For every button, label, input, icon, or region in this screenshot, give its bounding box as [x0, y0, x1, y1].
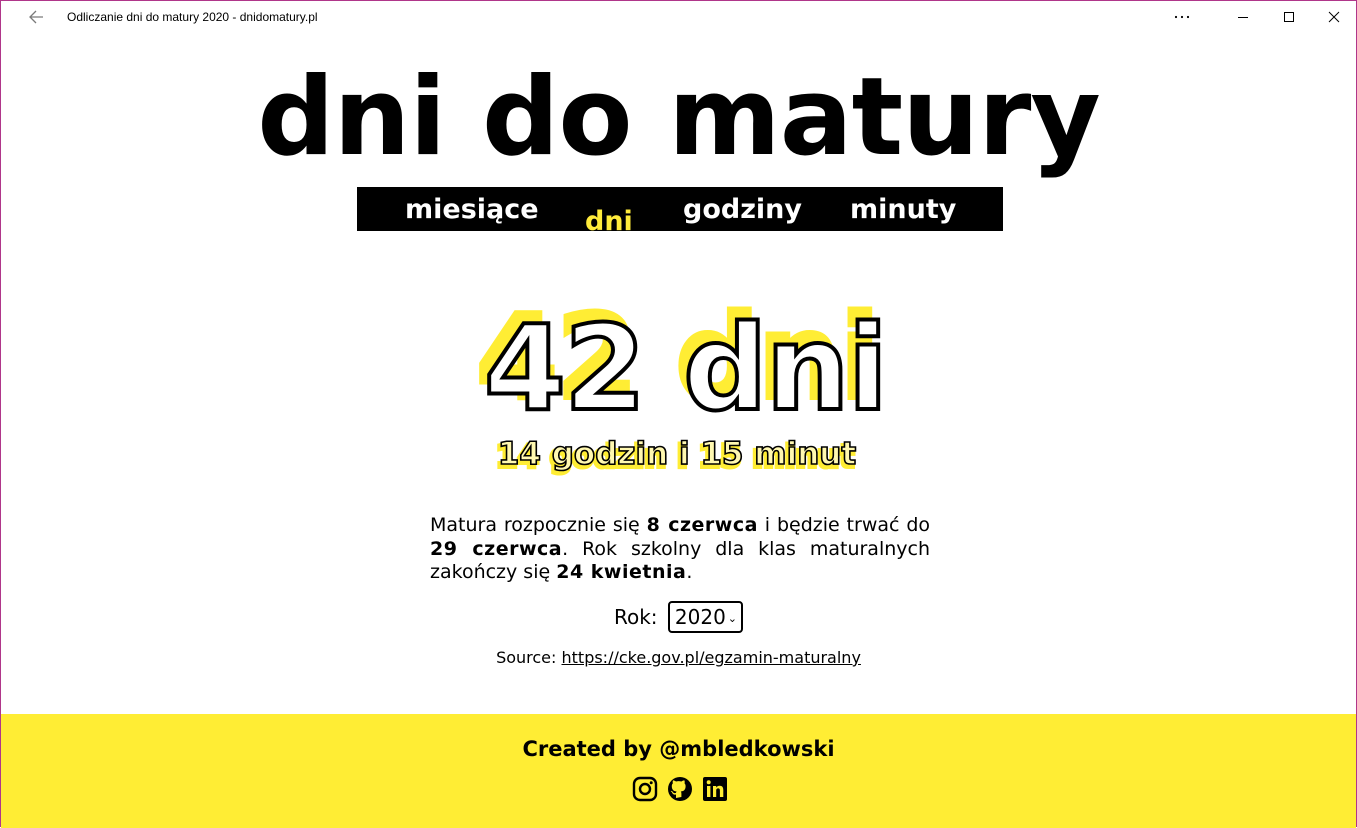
more-options-button[interactable]	[1159, 1, 1205, 33]
source-link[interactable]: https://cke.gov.pl/egzamin-maturalny	[562, 648, 861, 667]
info-text: i będzie trwać do	[757, 514, 930, 536]
window-titlebar: Odliczanie dni do matury 2020 - dnidomat…	[1, 1, 1356, 33]
countdown-sub: 14 godzin i 15 minut	[498, 436, 857, 472]
minimize-icon	[1238, 17, 1248, 18]
ellipsis-icon	[1174, 15, 1190, 19]
minimize-button[interactable]	[1220, 1, 1266, 33]
tab-months[interactable]: miesiące	[405, 194, 539, 225]
social-links	[632, 776, 732, 804]
chevron-down-icon: ⌄	[727, 611, 738, 625]
exam-info: Matura rozpocznie się 8 czerwca i będzie…	[430, 514, 930, 585]
start-date: 8 czerwca	[646, 514, 758, 536]
tab-days[interactable]: dni	[585, 206, 633, 237]
page-title: dni do matury	[257, 55, 1101, 180]
year-value: 2020	[674, 605, 726, 629]
maximize-icon	[1284, 12, 1294, 22]
info-text: .	[686, 561, 693, 583]
year-select[interactable]: 2020 ⌄	[667, 601, 744, 633]
footer-credit[interactable]: Created by @mbledkowski	[1, 737, 1356, 761]
back-button[interactable]	[25, 7, 51, 27]
end-date: 29 czerwca	[430, 537, 563, 560]
instagram-icon[interactable]	[632, 776, 658, 802]
window-title: Odliczanie dni do matury 2020 - dnidomat…	[67, 10, 318, 24]
school-end-date: 24 kwietnia	[556, 561, 687, 583]
close-icon	[1328, 11, 1340, 23]
source-label: Source:	[496, 648, 562, 667]
countdown-display: 42 dni 42 dni 14 godzin i 15 minut 14 go…	[474, 286, 890, 477]
linkedin-icon[interactable]	[702, 776, 728, 802]
year-label: Rok:	[613, 605, 658, 629]
tab-minutes[interactable]: minuty	[850, 194, 956, 225]
footer: Created by @mbledkowski	[1, 714, 1356, 828]
year-row: Rok: 2020 ⌄	[1, 601, 1356, 633]
close-button[interactable]	[1311, 1, 1357, 33]
maximize-button[interactable]	[1266, 1, 1312, 33]
source-line: Source: https://cke.gov.pl/egzamin-matur…	[1, 648, 1356, 667]
tab-hours[interactable]: godziny	[683, 194, 802, 225]
unit-tabs: miesiące dni godziny minuty	[357, 187, 1003, 237]
arrow-left-icon	[29, 10, 43, 24]
countdown-main: 42 dni	[484, 299, 886, 437]
info-text: Matura rozpocznie się	[430, 514, 647, 536]
github-icon[interactable]	[667, 776, 693, 802]
